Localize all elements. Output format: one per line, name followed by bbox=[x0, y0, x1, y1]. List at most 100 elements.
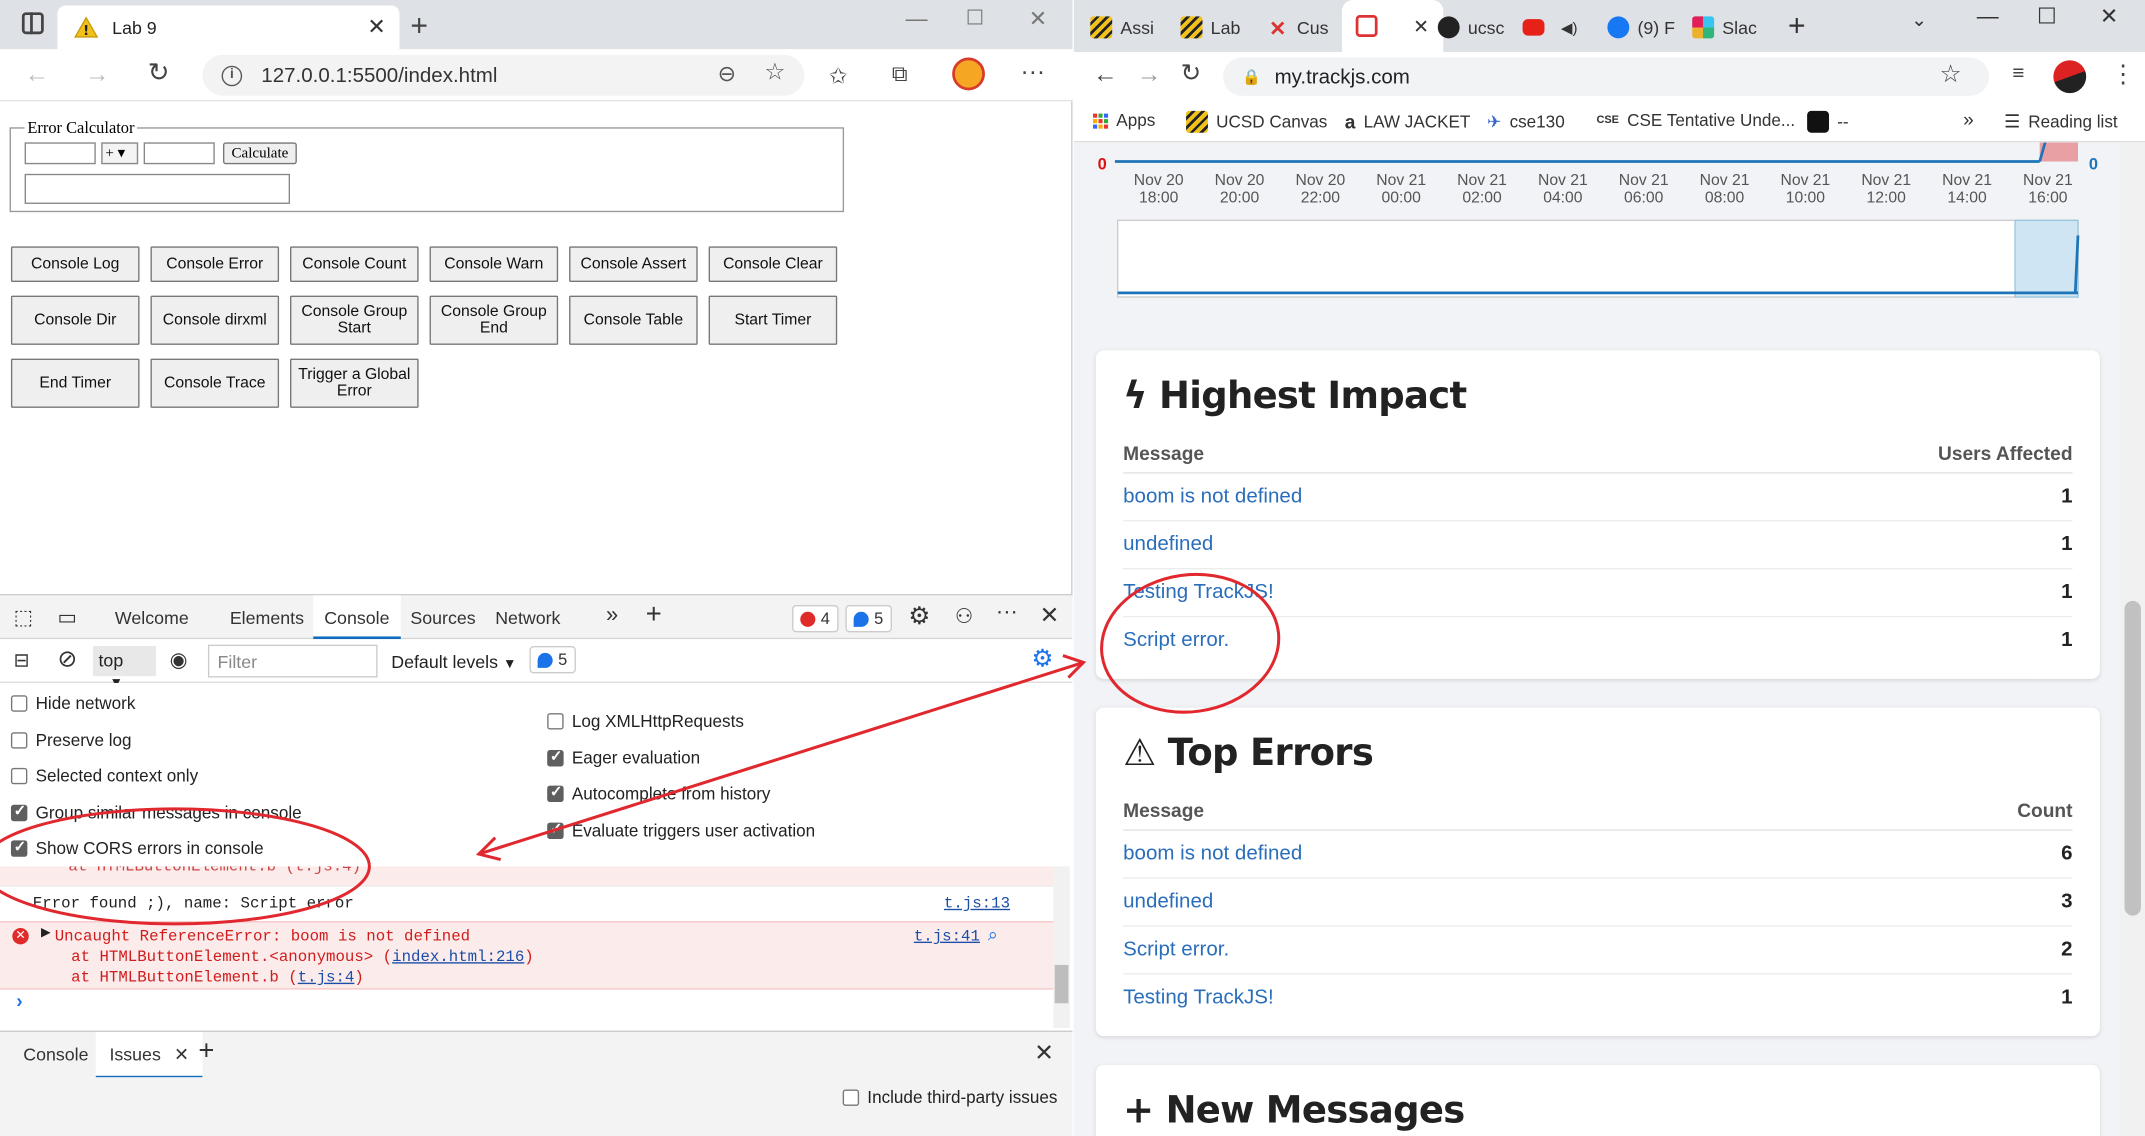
console-scrollbar[interactable] bbox=[1053, 866, 1070, 1028]
second-number-input[interactable] bbox=[143, 142, 215, 165]
message-link[interactable]: undefined bbox=[1123, 890, 1213, 913]
console-button-8[interactable]: Console Group Start bbox=[290, 295, 419, 345]
more-icon[interactable]: ··· bbox=[1021, 57, 1046, 86]
close-drawer-icon[interactable]: ✕ bbox=[1034, 1040, 1053, 1067]
tab-lab[interactable]: Lab bbox=[1180, 8, 1240, 46]
checkbox[interactable] bbox=[547, 747, 564, 766]
console-button-3[interactable]: Console Warn bbox=[429, 246, 559, 282]
minimize-icon[interactable]: — bbox=[906, 8, 928, 33]
error-count-badge[interactable]: 4 bbox=[792, 604, 839, 633]
drawer-tab-issues[interactable]: Issues ✕ bbox=[95, 1031, 203, 1079]
tab-sources[interactable]: Sources bbox=[410, 608, 475, 629]
result-output[interactable] bbox=[24, 173, 291, 204]
message-link[interactable]: Testing TrackJS! bbox=[1123, 580, 1274, 603]
checkbox[interactable] bbox=[547, 713, 564, 730]
filter-input[interactable]: Filter bbox=[207, 644, 378, 678]
add-favorite-icon[interactable]: ☆ bbox=[764, 59, 785, 86]
console-button-10[interactable]: Console Table bbox=[569, 295, 698, 345]
bookmark-dash[interactable]: -- bbox=[1807, 110, 1849, 133]
chrome-menu-icon[interactable]: ⋮ bbox=[2111, 60, 2136, 89]
minimize-icon[interactable]: — bbox=[1977, 5, 1999, 30]
media-control-icon[interactable]: ≡ bbox=[2012, 62, 2024, 85]
console-button-14[interactable]: Trigger a Global Error bbox=[290, 358, 419, 408]
page-scrollbar[interactable] bbox=[2120, 142, 2145, 1136]
url-field[interactable]: 🔒 my.trackjs.com ☆ bbox=[1222, 57, 1990, 96]
device-toolbar-icon[interactable]: ▭ bbox=[57, 605, 76, 629]
message-link[interactable]: Testing TrackJS! bbox=[1123, 985, 1274, 1008]
console-button-0[interactable]: Console Log bbox=[10, 246, 140, 282]
site-info-icon[interactable]: i bbox=[221, 65, 243, 86]
forward-icon[interactable]: → bbox=[1137, 60, 1162, 89]
tab-search-icon[interactable]: ⌄ bbox=[1911, 8, 1927, 31]
console-button-2[interactable]: Console Count bbox=[290, 246, 419, 282]
more-tabs-icon[interactable]: » bbox=[606, 604, 618, 629]
checkbox[interactable] bbox=[10, 695, 28, 712]
bookmark-cse-tentative[interactable]: CSE CSE Tentative Unde... bbox=[1596, 111, 1795, 130]
issues-badge[interactable]: 5 bbox=[529, 646, 576, 674]
console-button-13[interactable]: Console Trace bbox=[150, 358, 280, 408]
setting-settings_left-0[interactable]: Hide network bbox=[10, 694, 135, 713]
message-count-badge[interactable]: 5 bbox=[845, 604, 892, 633]
checkbox[interactable] bbox=[10, 801, 28, 821]
setting-settings_left-3[interactable]: Group similar messages in console bbox=[10, 801, 302, 822]
clear-console-icon[interactable]: ⊘ bbox=[57, 646, 76, 673]
close-tab-icon[interactable]: ✕ bbox=[1413, 14, 1429, 37]
levels-select[interactable]: Default levels ▼ bbox=[391, 652, 516, 673]
setting-settings_right-3[interactable]: Evaluate triggers user activation bbox=[547, 819, 815, 840]
third-party-checkbox[interactable]: Include third-party issues bbox=[842, 1088, 1057, 1107]
console-button-1[interactable]: Console Error bbox=[150, 246, 280, 282]
tab-network[interactable]: Network bbox=[495, 608, 560, 629]
tab-assignment[interactable]: Assi bbox=[1090, 8, 1154, 46]
inspect-icon[interactable]: ⬚ bbox=[14, 605, 33, 629]
collections-icon[interactable]: ⧉ bbox=[892, 63, 908, 88]
back-icon[interactable]: ← bbox=[25, 60, 50, 89]
tab-welcome[interactable]: Welcome bbox=[115, 608, 189, 629]
first-number-input[interactable] bbox=[24, 142, 96, 165]
maximize-icon[interactable]: ☐ bbox=[2037, 3, 2057, 30]
more-bookmarks-icon[interactable]: » bbox=[1963, 108, 1974, 130]
console-button-5[interactable]: Console Clear bbox=[708, 246, 838, 282]
operator-select[interactable]: + ▾ bbox=[101, 142, 139, 165]
add-drawer-tab-icon[interactable]: + bbox=[198, 1036, 214, 1067]
console-button-11[interactable]: Start Timer bbox=[708, 295, 838, 345]
tab-facebook[interactable]: (9) F bbox=[1607, 8, 1675, 46]
expand-triangle-icon[interactable]: ▶ bbox=[41, 927, 50, 941]
checkbox[interactable] bbox=[547, 819, 564, 839]
console-scroll-thumb[interactable] bbox=[1054, 964, 1069, 1004]
console-button-7[interactable]: Console dirxml bbox=[150, 295, 280, 345]
maximize-icon[interactable]: ☐ bbox=[966, 5, 984, 30]
close-window-icon[interactable]: ✕ bbox=[2100, 3, 2118, 30]
console-button-6[interactable]: Console Dir bbox=[10, 295, 140, 345]
tab-lab9[interactable]: ! Lab 9 ✕ bbox=[57, 5, 400, 50]
setting-settings_right-0[interactable]: Log XMLHttpRequests bbox=[547, 712, 744, 731]
console-button-9[interactable]: Console Group End bbox=[429, 295, 559, 345]
favorites-icon[interactable]: ✩ bbox=[829, 63, 847, 90]
error-source-link[interactable]: t.js:41 bbox=[914, 928, 980, 946]
checkbox[interactable] bbox=[10, 767, 28, 785]
stack2-link[interactable]: t.js:4 bbox=[298, 969, 355, 987]
forward-icon[interactable]: → bbox=[85, 60, 110, 89]
live-expression-icon[interactable]: ◉ bbox=[170, 647, 188, 672]
console-button-4[interactable]: Console Assert bbox=[569, 246, 698, 282]
tab-console[interactable]: Console bbox=[313, 595, 401, 640]
context-select[interactable]: top ▼ bbox=[93, 646, 156, 691]
profile-avatar[interactable] bbox=[2053, 60, 2087, 94]
tab-trackjs-active[interactable]: ✕ bbox=[1342, 0, 1443, 53]
setting-settings_right-2[interactable]: Autocomplete from history bbox=[547, 783, 770, 803]
audio-icon[interactable]: ◀) bbox=[1561, 18, 1578, 36]
back-icon[interactable]: ← bbox=[1093, 60, 1118, 89]
setting-settings_left-1[interactable]: Preserve log bbox=[10, 730, 132, 749]
checkbox[interactable] bbox=[842, 1089, 860, 1106]
bookmark-cse130[interactable]: ✈ cse130 bbox=[1487, 111, 1565, 132]
drawer-tab-console[interactable]: Console bbox=[23, 1044, 88, 1065]
setting-settings_left-2[interactable]: Selected context only bbox=[10, 766, 198, 786]
devtools-more-icon[interactable]: ··· bbox=[996, 601, 1018, 626]
setting-settings_left-4[interactable]: Show CORS errors in console bbox=[10, 838, 264, 858]
sidebar-toggle-icon[interactable]: ⊟ bbox=[14, 649, 30, 672]
bookmark-apps[interactable]: Apps bbox=[1093, 111, 1155, 130]
bookmark-law-jacket[interactable]: a LAW JACKET bbox=[1345, 111, 1471, 133]
tab-custom[interactable]: ✕ Cus bbox=[1267, 8, 1328, 46]
message-link[interactable]: undefined bbox=[1123, 532, 1213, 555]
refresh-icon[interactable]: ↻ bbox=[1181, 59, 1202, 88]
console-prompt[interactable]: › bbox=[14, 992, 25, 1014]
